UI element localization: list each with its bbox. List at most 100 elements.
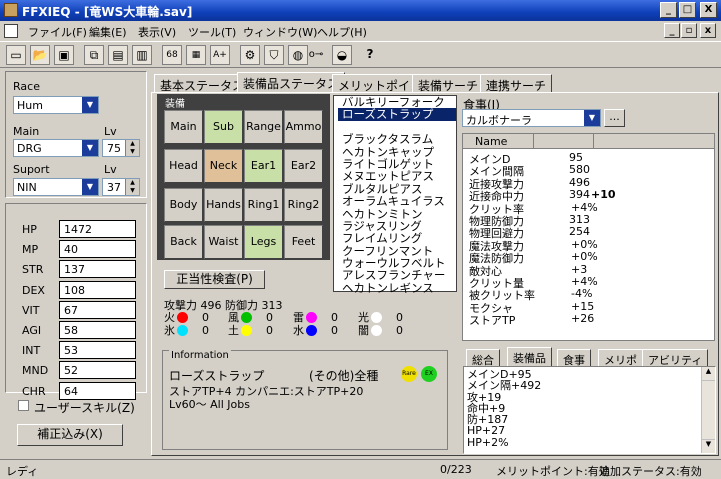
child-restore-button[interactable]: ▫ — [681, 23, 697, 38]
item-list[interactable]: バルキリーフォーク ローズストラップ ブラックタスラム ヘカトンキャップ ライトゴルゲッ… — [333, 95, 457, 294]
tab-chain-search[interactable]: 連携サーチ — [480, 74, 553, 93]
support-label: Suport — [13, 163, 50, 176]
support-job-value: NIN — [17, 181, 37, 194]
new-icon[interactable]: ▭ — [6, 45, 26, 65]
menu-tools[interactable]: ツール(T) — [188, 24, 236, 40]
gear-icon[interactable]: ⚙ — [240, 45, 260, 65]
stat-label: VIT — [22, 303, 40, 317]
scroll-down-icon[interactable]: ▼ — [702, 439, 715, 453]
table-row-name: モクシャ — [469, 301, 513, 315]
table-row-name: 魔法攻撃力 — [469, 239, 524, 253]
equip-slot-neck[interactable]: Neck — [204, 149, 243, 183]
chevron-down-icon[interactable]: ▼ — [584, 110, 600, 126]
correct-button[interactable]: 補正込み(X) — [17, 424, 123, 446]
tab-overall[interactable]: 総合 — [466, 349, 500, 367]
food-icon[interactable]: ◒ — [332, 45, 352, 65]
validate-button[interactable]: 正当性検査(P) — [164, 270, 265, 289]
globe-icon[interactable]: ◍ — [288, 45, 308, 65]
close-button[interactable]: X — [700, 2, 717, 18]
information-label: Information — [169, 350, 231, 361]
equip-slot-body[interactable]: Body — [164, 188, 203, 222]
chevron-down-icon[interactable]: ▼ — [82, 179, 98, 195]
menu-bar: ファイル(F) 編集(E) 表示(V) ツール(T) ウィンドウ(W) ヘルプ(… — [0, 21, 721, 41]
main-job-select[interactable]: DRG ▼ — [13, 139, 99, 157]
shield-icon[interactable]: ⛉ — [264, 45, 284, 65]
table-row-value: 95 — [569, 151, 583, 164]
food-more-button[interactable]: ... — [604, 109, 625, 127]
app-icon[interactable] — [4, 3, 18, 17]
user-skill-label: ユーザースキル(Z) — [34, 401, 135, 415]
equip-slot-head[interactable]: Head — [164, 149, 203, 183]
calc-68-icon[interactable]: 68 — [162, 45, 182, 65]
spin-arrows-icon[interactable]: ▲ ▼ — [125, 140, 139, 156]
main-job-value: DRG — [17, 142, 42, 155]
menu-edit[interactable]: 編集(E) — [89, 24, 127, 40]
tab-ability[interactable]: アビリティ — [642, 349, 709, 367]
list-item[interactable]: アレスフランチャー — [338, 269, 456, 281]
clipboard-icon[interactable]: ▥ — [132, 45, 152, 65]
support-job-select[interactable]: NIN ▼ — [13, 178, 99, 196]
grid-icon[interactable]: ▦ — [186, 45, 206, 65]
tab-basic-status[interactable]: 基本ステータス — [154, 74, 251, 93]
minimize-button[interactable]: _ — [660, 2, 677, 18]
stat-value: 58 — [59, 321, 136, 339]
bottom-text-area[interactable]: メインD+95 メイン隔+492 攻+19 命中+9 防+187 HP+27 HP+2% ▲… — [463, 366, 716, 454]
chevron-down-icon[interactable]: ▼ — [82, 97, 98, 113]
food-select[interactable]: カルボナーラ ▼ — [462, 109, 601, 127]
tab-equipment[interactable]: 装備品 — [507, 347, 552, 367]
menu-help[interactable]: ヘルプ(H) — [317, 24, 367, 40]
text-size-icon[interactable]: A+ — [210, 45, 230, 65]
element-name: 氷 — [164, 324, 175, 337]
element-resist: 水0 — [293, 322, 338, 338]
scroll-up-icon[interactable]: ▲ — [702, 367, 715, 381]
spin-arrows-icon[interactable]: ▲ ▼ — [125, 179, 139, 195]
child-close-button[interactable]: x — [700, 23, 716, 38]
chevron-down-icon[interactable]: ▼ — [82, 140, 98, 156]
support-lv-stepper[interactable]: 37 ▲ ▼ — [102, 178, 140, 196]
list-item[interactable]: メヌエットピアス — [338, 170, 456, 182]
open-folder-icon[interactable]: 📂 — [30, 45, 50, 65]
list-item[interactable]: フレイムリング — [338, 232, 456, 244]
equip-slot-ammo[interactable]: Ammo — [284, 110, 323, 144]
key-icon[interactable]: o⊸ — [306, 45, 326, 65]
equip-slot-hands[interactable]: Hands — [204, 188, 243, 222]
copy-icon[interactable]: ⧉ — [84, 45, 104, 65]
title-bar: FFXIEQ - [竜WS大車輪.sav] _ □ X — [0, 0, 721, 21]
tab-equip-search[interactable]: 装備サーチ — [412, 74, 485, 93]
vertical-scrollbar[interactable]: ▲ ▼ — [701, 367, 715, 453]
menu-view[interactable]: 表示(V) — [138, 24, 176, 40]
equip-slot-main[interactable]: Main — [164, 110, 203, 144]
equip-slot-feet[interactable]: Feet — [284, 225, 323, 259]
paste-icon[interactable]: ▤ — [108, 45, 128, 65]
equip-slot-waist[interactable]: Waist — [204, 225, 243, 259]
menu-window[interactable]: ウィンドウ(W) — [243, 24, 317, 40]
tab-merit[interactable]: メリポ — [598, 349, 643, 367]
list-item[interactable]: ブラックタスラム — [338, 133, 456, 145]
tab-equip-status[interactable]: 装備品ステータス — [237, 72, 346, 93]
list-item[interactable]: オーラムキュイラス — [338, 195, 456, 207]
equip-slot-legs[interactable]: Legs — [244, 225, 283, 259]
list-item[interactable]: ローズストラップ — [338, 108, 456, 121]
main-label: Main — [13, 125, 40, 138]
table-row-name: メイン間隔 — [469, 165, 524, 179]
race-select[interactable]: Hum ▼ — [13, 96, 99, 114]
equip-slot-range[interactable]: Range — [244, 110, 283, 144]
tab-food[interactable]: 食事 — [557, 349, 591, 367]
maximize-button[interactable]: □ — [679, 2, 696, 18]
equip-slot-sub[interactable]: Sub — [204, 110, 243, 144]
list-item[interactable]: ヘカトンレギンス — [338, 282, 456, 294]
equip-slot-ring2[interactable]: Ring2 — [284, 188, 323, 222]
help-icon[interactable]: ? — [360, 45, 380, 65]
equip-slot-ring1[interactable]: Ring1 — [244, 188, 283, 222]
save-icon[interactable]: ▣ — [54, 45, 74, 65]
document-icon[interactable] — [4, 24, 18, 38]
main-lv-stepper[interactable]: 75 ▲ ▼ — [102, 139, 140, 157]
user-skill-checkbox[interactable] — [18, 400, 29, 411]
item-type: (その他)全種 — [309, 369, 379, 383]
equip-slot-ear1[interactable]: Ear1 — [244, 149, 283, 183]
column-name[interactable]: Name — [475, 135, 507, 148]
child-minimize-button[interactable]: _ — [664, 23, 680, 38]
equip-slot-back[interactable]: Back — [164, 225, 203, 259]
equip-slot-ear2[interactable]: Ear2 — [284, 149, 323, 183]
menu-file[interactable]: ファイル(F) — [28, 24, 87, 40]
